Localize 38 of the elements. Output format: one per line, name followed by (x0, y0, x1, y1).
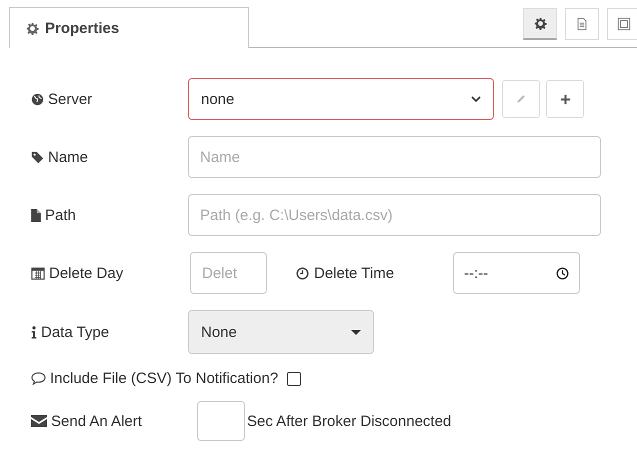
document-icon (575, 17, 589, 31)
caret-icon (351, 330, 361, 334)
properties-tab[interactable]: Properties (9, 7, 249, 48)
tag-icon (31, 150, 44, 164)
info-icon (31, 326, 37, 338)
field-label: Data Type (41, 324, 110, 340)
seconds-input[interactable] (197, 401, 245, 441)
field-label: Delete Day (49, 264, 124, 282)
clock-icon (556, 266, 569, 280)
field-label: Server (48, 90, 92, 108)
clock-icon (296, 266, 309, 280)
field-label: Name (48, 148, 88, 166)
path-input[interactable]: Path (e.g. C:\Users\data.csv) (188, 194, 601, 236)
seconds-suffix: Sec After Broker Disconnected (247, 412, 452, 430)
calendar-icon (31, 266, 45, 280)
frame-icon (617, 17, 631, 31)
add-button[interactable] (546, 80, 584, 118)
field-label: Send An Alert (51, 412, 142, 430)
pencil-icon (515, 93, 527, 105)
file-icon (31, 208, 41, 222)
settings-button[interactable] (523, 8, 557, 40)
include-file-checkbox[interactable] (287, 372, 302, 386)
gear-icon (534, 17, 546, 30)
checkbox-label: Include File (CSV) To Notification? (50, 370, 278, 387)
server-select[interactable]: none (188, 78, 494, 120)
field-label: Path (45, 206, 76, 224)
document-button[interactable] (565, 8, 599, 40)
field-label: Delete Time (314, 264, 394, 282)
frame-button[interactable] (607, 8, 637, 40)
plus-icon (560, 94, 570, 104)
delete-day-input[interactable]: Delet (190, 252, 267, 294)
data-type-select[interactable]: None (188, 310, 374, 354)
gear-icon (26, 22, 39, 34)
envelope-icon (31, 415, 47, 427)
speech-bubble-icon (31, 372, 46, 385)
chevron-icon (471, 96, 481, 102)
time-input[interactable]: --:-- (453, 252, 580, 294)
name-input[interactable]: Name (188, 136, 601, 178)
